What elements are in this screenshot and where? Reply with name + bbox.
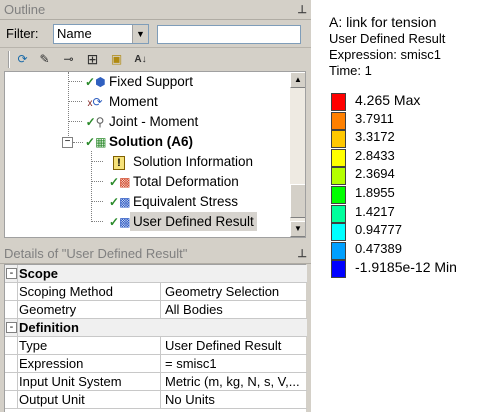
details-titlebar: Details of "User Defined Result" ⊥: [0, 244, 311, 264]
folder-icon[interactable]: ▣: [108, 51, 125, 68]
legend-time: Time: 1: [329, 63, 372, 78]
deformation-icon: ✓▩: [109, 175, 131, 189]
filter-row: Filter: Name ▼: [0, 22, 311, 46]
filter-select-value: Name: [57, 26, 92, 41]
property-row[interactable]: Output Unit No Units: [5, 391, 307, 409]
collapse-toggle-icon[interactable]: -: [6, 322, 17, 333]
fixed-support-icon: ✓⬢: [85, 75, 106, 89]
legend-value: -1.9185e-12 Min: [355, 259, 457, 276]
outline-toolbar: ⟳ ✎ ⊸ ⊞ ▣ A↓: [0, 47, 311, 71]
chevron-down-icon[interactable]: ▼: [132, 25, 148, 43]
tree-line: [73, 142, 83, 143]
pin-icon[interactable]: ⊥: [297, 0, 307, 20]
tree-line: [68, 121, 82, 122]
legend-swatch: [331, 186, 346, 204]
legend-subtitle: User Defined Result: [329, 31, 446, 46]
property-row[interactable]: Expression = smisc1: [5, 355, 307, 373]
property-row[interactable]: Geometry All Bodies: [5, 301, 307, 319]
tree-line: [91, 221, 103, 222]
tree-line: [68, 81, 82, 82]
legend-swatch: [331, 93, 346, 111]
legend-swatch: [331, 223, 346, 242]
moment-icon: x⟳: [87, 95, 103, 109]
legend-value: 2.3694: [355, 166, 395, 182]
legend-swatch: [331, 130, 346, 149]
legend-value: 1.4217: [355, 203, 395, 219]
legend-value: 3.3172: [355, 129, 395, 145]
legend-value: 0.94777: [355, 222, 402, 238]
scroll-down-icon[interactable]: ▼: [290, 221, 305, 237]
legend-value: 1.8955: [355, 185, 395, 200]
tree-line: [91, 201, 103, 202]
collapse-toggle-icon[interactable]: -: [6, 268, 17, 279]
category-scope[interactable]: - Scope: [5, 265, 307, 283]
expand-all-icon[interactable]: ⊞: [84, 51, 101, 68]
stress-icon: ✓▩: [109, 195, 131, 209]
scroll-up-icon[interactable]: ▲: [290, 72, 305, 88]
left-panel: Outline ⊥ Filter: Name ▼ ⟳ ✎ ⊸ ⊞ ▣ A↓ − …: [0, 0, 311, 412]
details-title: Details of "User Defined Result": [4, 246, 188, 261]
legend-swatch: [331, 148, 346, 167]
toolbar-grip: [8, 51, 10, 68]
legend-swatch: [331, 241, 346, 260]
scroll-thumb[interactable]: [290, 184, 305, 218]
tree-line: [68, 101, 82, 102]
filter-label: Filter:: [6, 26, 39, 41]
property-row[interactable]: Input Unit System Metric (m, kg, N, s, V…: [5, 373, 307, 391]
legend-title: A: link for tension: [329, 14, 437, 30]
sort-az-icon[interactable]: A↓: [132, 51, 149, 68]
filter-select[interactable]: Name ▼: [53, 24, 149, 44]
solution-information-icon: !: [109, 153, 129, 171]
user-defined-result-icon: ✓▩: [109, 215, 131, 229]
property-row[interactable]: Type User Defined Result: [5, 337, 307, 355]
property-row[interactable]: Scoping Method Geometry Selection: [5, 283, 307, 301]
filter-text-input[interactable]: [157, 25, 301, 44]
tree-line: [91, 161, 103, 162]
legend-swatch: [331, 260, 346, 279]
node-link-icon[interactable]: ⊸: [60, 51, 77, 68]
solution-icon: ✓▦: [85, 135, 107, 149]
legend-value: 0.47389: [355, 240, 402, 256]
collapse-toggle-icon[interactable]: −: [62, 137, 73, 148]
outline-title: Outline: [4, 2, 46, 17]
outline-tree: − ✓⬢ Fixed Support x⟳ Moment ✓⚲ Joint - …: [4, 71, 306, 238]
pin-icon[interactable]: ⊥: [297, 244, 307, 264]
legend-swatch: [331, 204, 346, 223]
legend-value: 2.8433: [355, 147, 395, 163]
legend-swatch: [331, 111, 346, 130]
refresh-icon[interactable]: ⟳: [14, 51, 31, 68]
joint-moment-icon: ✓⚲: [85, 115, 105, 129]
details-grid: - Scope Scoping Method Geometry Selectio…: [4, 264, 307, 412]
legend-value: 3.7911: [355, 110, 394, 126]
edit-icon[interactable]: ✎: [36, 51, 53, 68]
outline-titlebar: Outline ⊥: [0, 0, 311, 20]
legend-swatch: [331, 167, 346, 186]
legend-value: 4.265 Max: [355, 92, 421, 108]
category-definition[interactable]: - Definition: [5, 319, 307, 337]
tree-scrollbar[interactable]: ▲ ▼: [290, 72, 305, 237]
result-legend: A: link for tension User Defined Result …: [311, 0, 477, 412]
tree-line: [91, 181, 103, 182]
legend-expression: Expression: smisc1: [329, 47, 441, 62]
